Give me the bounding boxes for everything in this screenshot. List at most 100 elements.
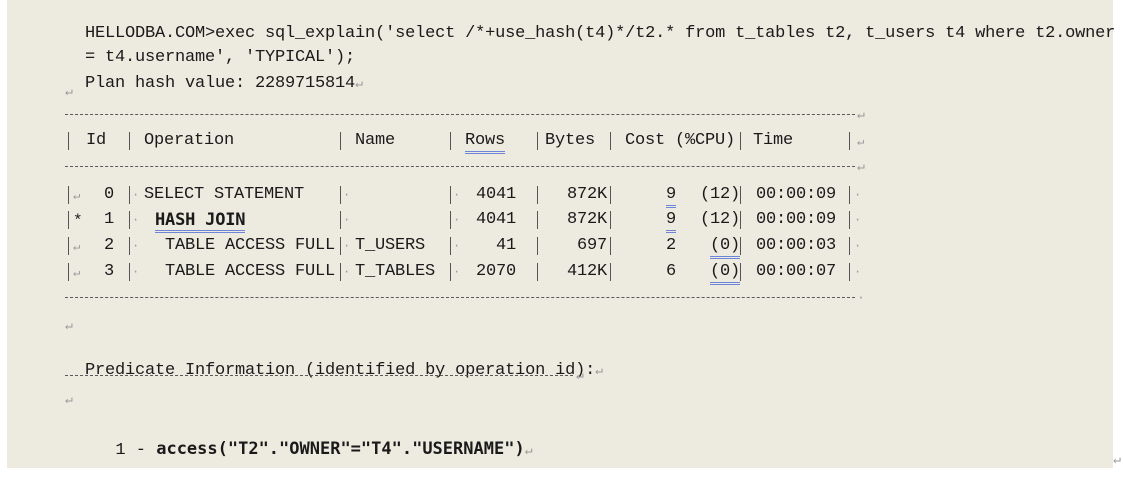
column-divider [68, 263, 69, 281]
column-divider [610, 211, 611, 229]
row-cpu: (0) [710, 236, 740, 259]
return-arrow-icon: ↵ [65, 392, 73, 407]
column-header-bytes: Bytes [545, 131, 596, 150]
column-divider [740, 132, 741, 150]
row-name: T_TABLES [355, 262, 436, 281]
row-cost: 9 [666, 210, 676, 233]
predicate-line: 1 - access("T2"."OWNER"="T4"."USERNAME")… [95, 416, 533, 462]
space-mark-icon: · [343, 239, 351, 253]
space-mark-icon: · [343, 188, 351, 202]
space-mark-icon: · [854, 213, 862, 227]
column-divider [129, 237, 130, 255]
row-operation: TABLE ACCESS FULL [165, 236, 336, 255]
column-divider [450, 211, 451, 229]
row-cost: 2 [666, 236, 677, 255]
return-arrow-icon: ↵ [857, 159, 865, 174]
return-arrow-icon: ↵ [73, 266, 81, 280]
row-id: 2 [104, 236, 115, 255]
column-divider [740, 263, 741, 281]
row-rows: 4041 [476, 210, 517, 229]
return-arrow-icon: ↵ [1113, 452, 1121, 467]
column-divider [849, 186, 850, 204]
row-id: 1 [104, 210, 115, 229]
plan-separator-top [65, 114, 855, 115]
column-divider [740, 186, 741, 204]
row-bytes: 872K [567, 210, 608, 229]
column-header-rows: Rows [465, 131, 505, 154]
row-rows: 4041 [476, 185, 517, 204]
column-divider [610, 132, 611, 150]
row-bytes: 872K [567, 185, 608, 204]
column-divider [68, 186, 69, 204]
row-bytes: 697 [577, 236, 608, 255]
row-bytes: 412K [567, 262, 608, 281]
column-header-time: Time [753, 131, 794, 150]
space-mark-icon: · [132, 239, 140, 253]
column-divider [740, 237, 741, 255]
return-arrow-icon: ↵ [576, 368, 584, 383]
return-arrow-icon: ↵ [73, 189, 81, 203]
return-arrow-icon: ↵ [857, 135, 865, 149]
predicate-separator [65, 375, 573, 376]
predicate-heading-text: Predicate Information (identified by ope… [85, 361, 596, 380]
column-divider [537, 132, 538, 150]
return-arrow-icon: ↵ [73, 240, 81, 254]
column-header-name: Name [355, 131, 396, 150]
space-mark-icon: · [453, 188, 461, 202]
return-arrow-icon: ↵ [65, 84, 73, 99]
return-arrow-icon: ↵ [355, 76, 363, 91]
column-divider [450, 132, 451, 150]
predicate-id: 1 - [115, 441, 157, 460]
space-mark-icon: · [453, 265, 461, 279]
column-divider [610, 237, 611, 255]
return-arrow-icon: ↵ [65, 318, 73, 333]
column-divider [129, 132, 130, 150]
return-arrow-icon: ↵ [595, 363, 603, 378]
row-cost: 6 [666, 262, 677, 281]
row-cpu: (12) [700, 185, 741, 204]
column-divider [537, 263, 538, 281]
row-id: 3 [104, 262, 115, 281]
space-mark-icon: · [132, 213, 140, 227]
column-divider [68, 211, 69, 229]
column-divider [129, 263, 130, 281]
row-name: T_USERS [355, 236, 426, 255]
space-mark-icon: · [132, 188, 140, 202]
column-divider [129, 211, 130, 229]
column-header-operation: Operation [144, 131, 235, 150]
column-divider [610, 263, 611, 281]
column-divider [340, 237, 341, 255]
row-time: 00:00:09 [756, 185, 837, 204]
row-cpu: (12) [700, 210, 741, 229]
row-cost: 9 [666, 185, 676, 208]
column-divider [537, 237, 538, 255]
space-mark-icon: · [453, 213, 461, 227]
row-time: 00:00:07 [756, 262, 837, 281]
space-mark-icon: · [453, 239, 461, 253]
predicate-expression: access("T2"."OWNER"="T4"."USERNAME") [156, 439, 525, 459]
row-rows: 2070 [476, 262, 517, 281]
column-divider [740, 211, 741, 229]
column-divider [537, 211, 538, 229]
row-operation: HASH JOIN [155, 210, 246, 233]
column-divider [129, 186, 130, 204]
column-divider [68, 237, 69, 255]
space-mark-icon: · [854, 188, 862, 202]
column-divider [450, 186, 451, 204]
column-divider [849, 211, 850, 229]
column-divider [340, 263, 341, 281]
space-mark-icon: · [343, 213, 351, 227]
return-arrow-icon: ↵ [524, 443, 533, 458]
space-mark-icon: · [854, 265, 862, 279]
column-divider [450, 263, 451, 281]
row-operation: SELECT STATEMENT [144, 185, 305, 204]
row-id: 0 [104, 185, 115, 204]
column-header-cost-cpu: Cost (%CPU) [625, 131, 736, 150]
row-rows: 41 [496, 236, 517, 255]
space-mark-icon: · [343, 265, 351, 279]
column-divider [849, 237, 850, 255]
row-time: 00:00:09 [756, 210, 837, 229]
return-arrow-icon: ↵ [857, 107, 865, 122]
space-mark-icon: · [857, 290, 865, 305]
space-mark-icon: · [854, 239, 862, 253]
